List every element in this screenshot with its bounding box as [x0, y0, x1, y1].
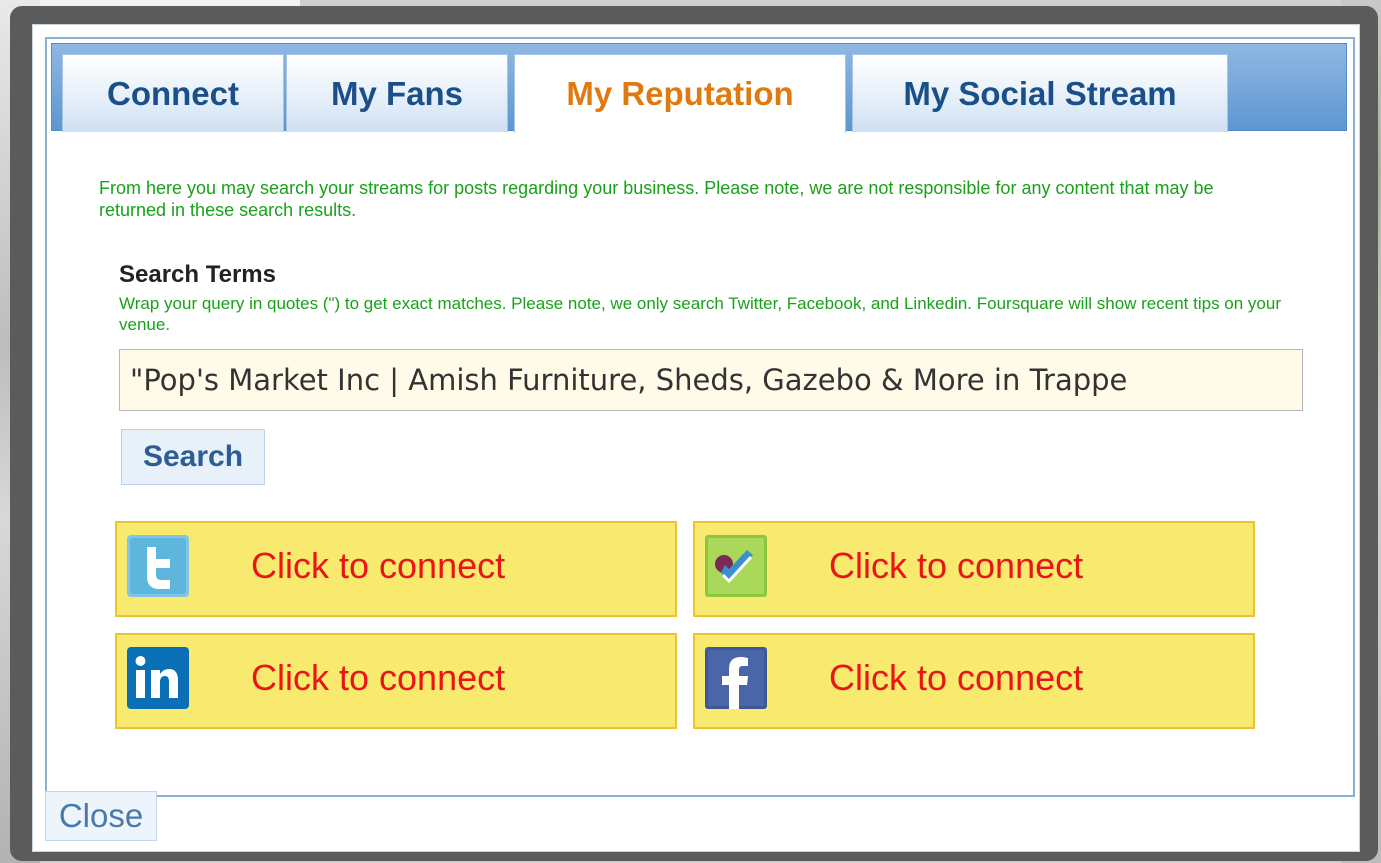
- search-hint-text: Wrap your query in quotes (") to get exa…: [119, 294, 1282, 334]
- foursquare-icon: [705, 535, 767, 597]
- connect-twitter-button[interactable]: Click to connect: [115, 521, 677, 617]
- search-terms-input[interactable]: [119, 349, 1303, 411]
- intro-notice: From here you may search your streams fo…: [99, 178, 1214, 220]
- twitter-icon: [127, 535, 189, 597]
- connect-facebook-button[interactable]: Click to connect: [693, 633, 1255, 729]
- connect-facebook-label: Click to connect: [829, 657, 1084, 698]
- tab-my-fans[interactable]: My Fans: [286, 54, 508, 132]
- connect-linkedin-button[interactable]: Click to connect: [115, 633, 677, 729]
- tab-bar: Connect My Fans My Reputation My Social …: [51, 43, 1347, 133]
- linkedin-icon: [127, 647, 189, 709]
- connect-linkedin-label: Click to connect: [251, 657, 506, 698]
- connect-twitter-label: Click to connect: [251, 545, 506, 586]
- tab-connect[interactable]: Connect: [62, 54, 284, 132]
- close-button[interactable]: Close: [45, 791, 157, 841]
- search-terms-heading: Search Terms: [119, 261, 276, 288]
- search-button[interactable]: Search: [121, 429, 265, 485]
- reputation-modal: Connect My Fans My Reputation My Social …: [32, 24, 1360, 852]
- tab-my-reputation[interactable]: My Reputation: [514, 54, 846, 133]
- facebook-icon: [705, 647, 767, 709]
- connect-foursquare-button[interactable]: Click to connect: [693, 521, 1255, 617]
- tab-my-social-stream[interactable]: My Social Stream: [852, 54, 1228, 132]
- connect-foursquare-label: Click to connect: [829, 545, 1084, 586]
